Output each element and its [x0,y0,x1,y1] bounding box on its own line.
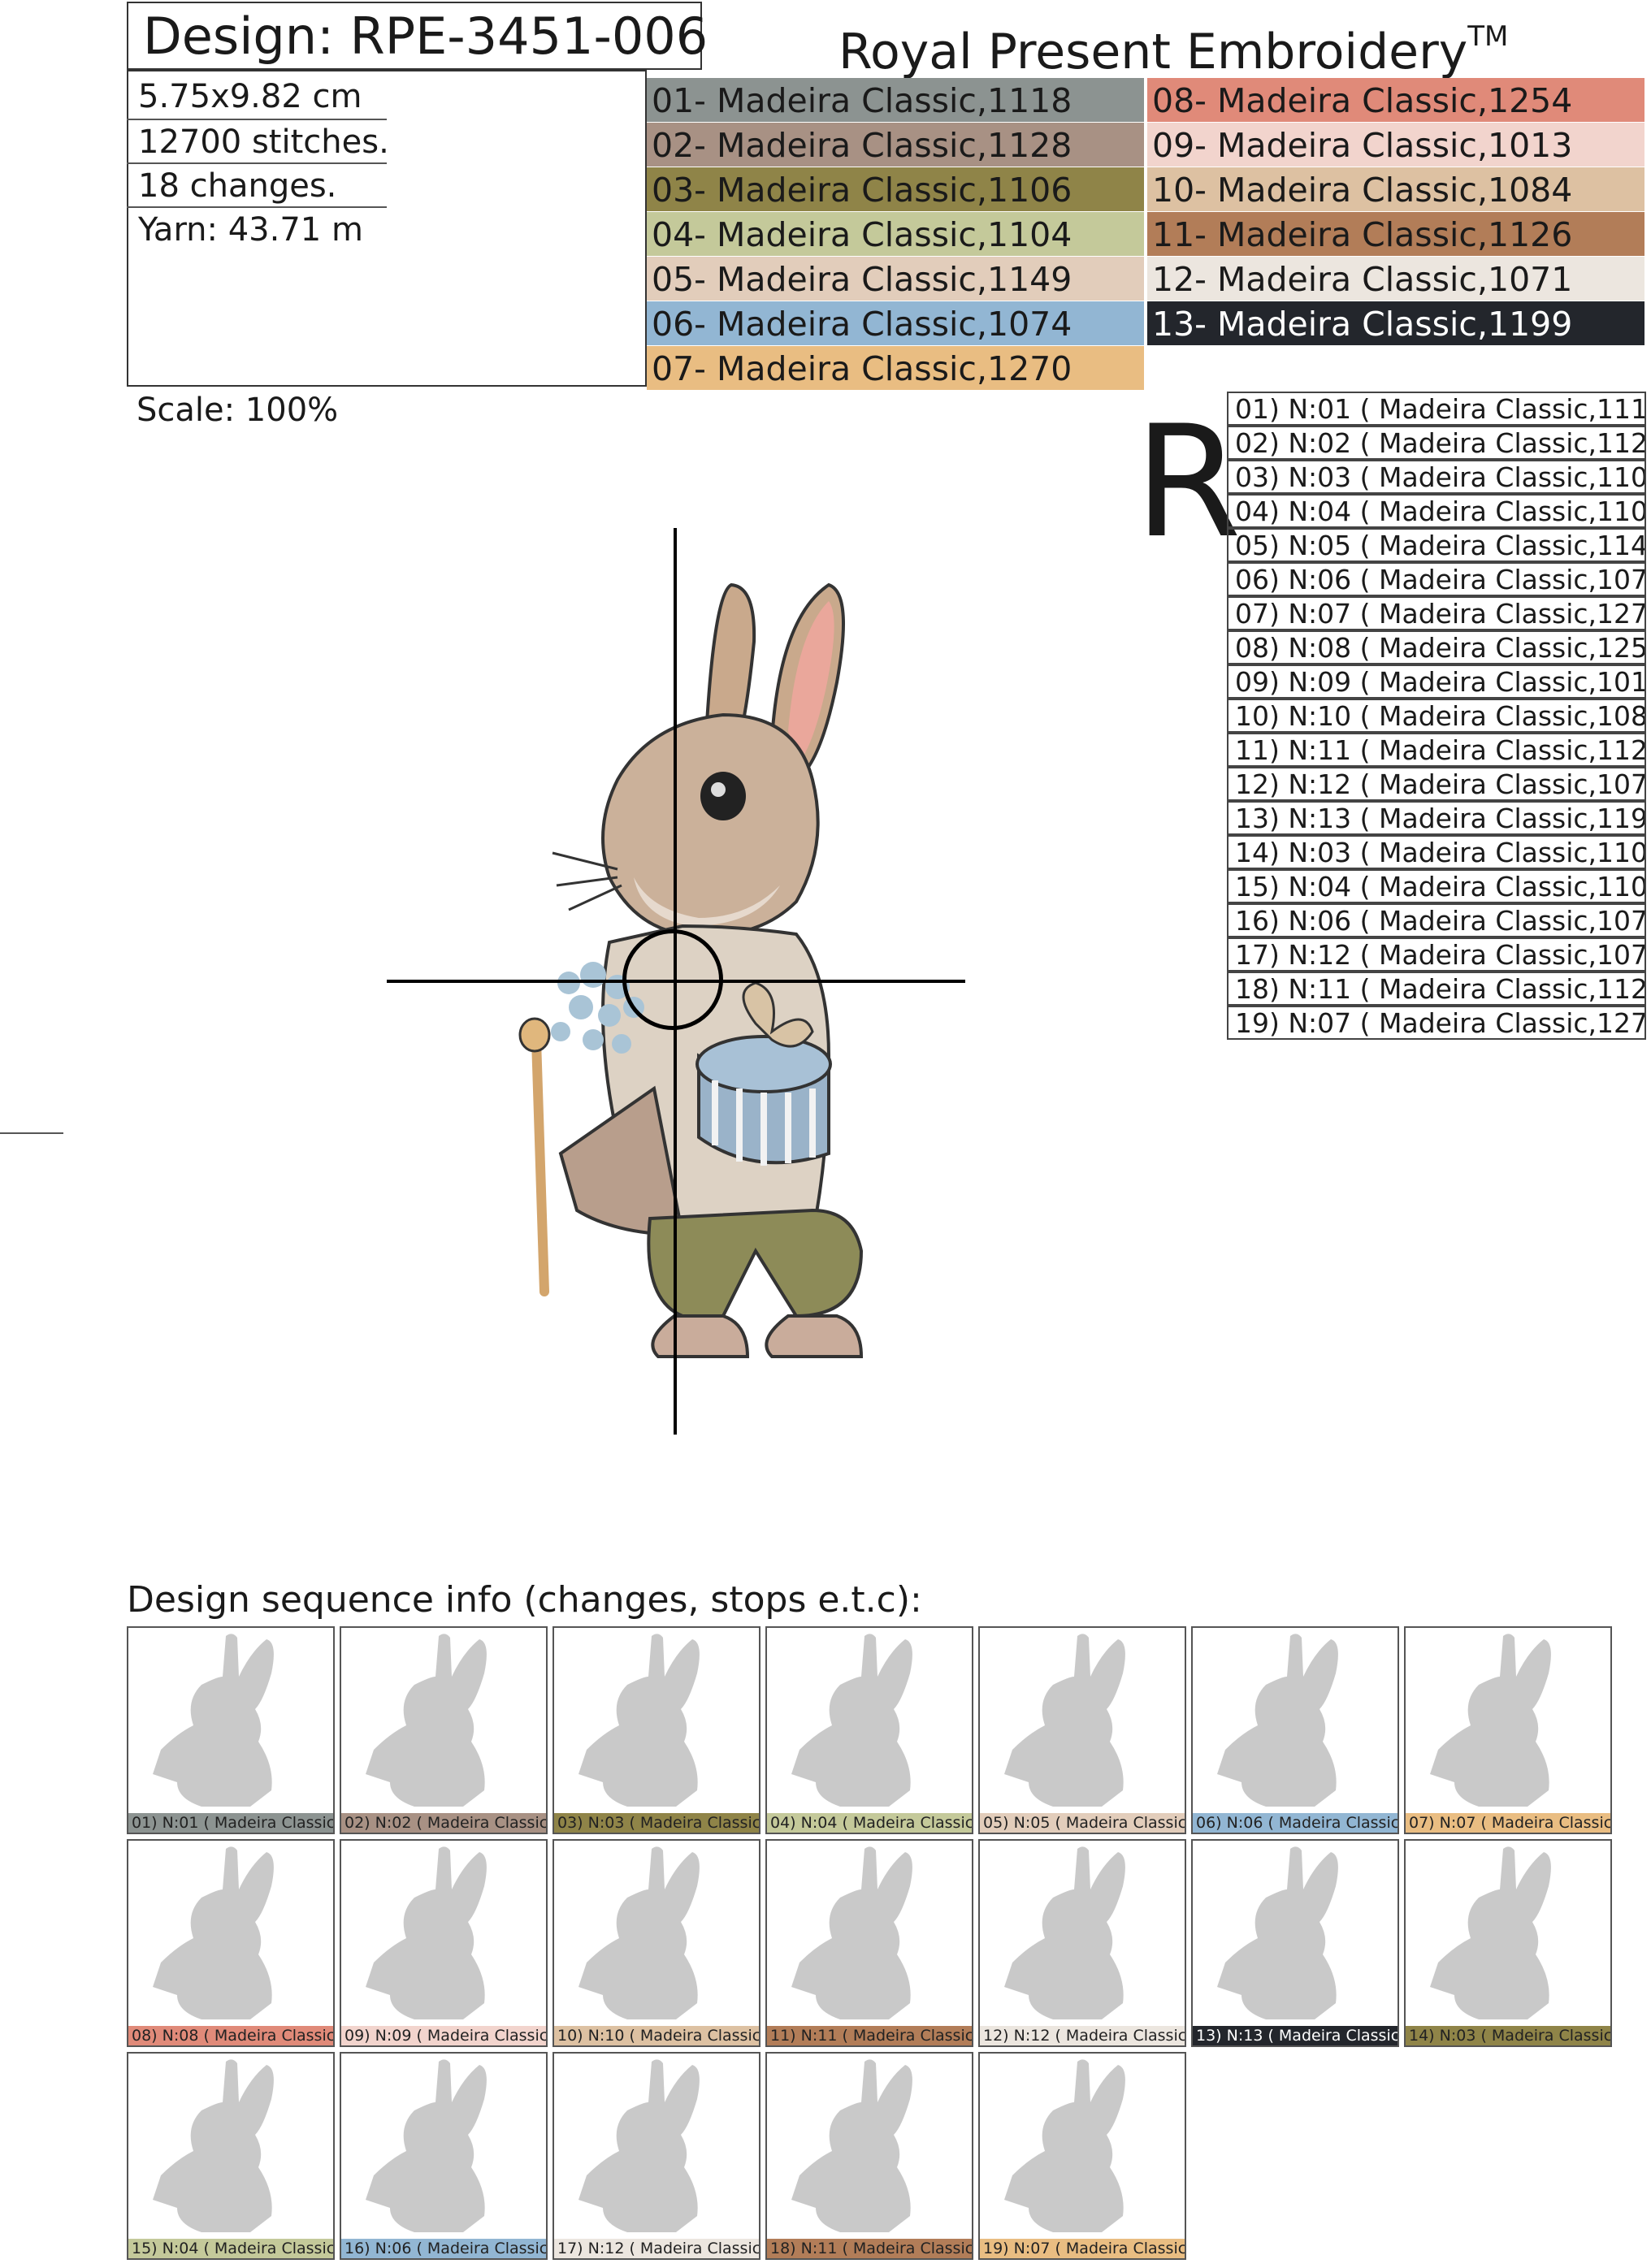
sequence-list-item: 06) N:06 ( Madeira Classic,1074) [1227,562,1646,596]
color-swatch: 11- Madeira Classic,1126 [1147,212,1644,256]
sequence-list-item: 07) N:07 ( Madeira Classic,1270) [1227,596,1646,630]
sequence-thumbnail: 13) N:13 ( Madeira Classic,1 [1191,1839,1399,2047]
color-swatch: 12- Madeira Classic,1071 [1147,257,1644,301]
trademark-mark: TM [1467,20,1509,53]
color-swatch: 01- Madeira Classic,1118 [647,78,1144,122]
sequence-thumbnail: 14) N:03 ( Madeira Classic, [1404,1839,1612,2047]
sequence-thumbnail: 15) N:04 ( Madeira Classic, [127,2052,335,2260]
color-swatch: 10- Madeira Classic,1084 [1147,167,1644,211]
color-swatch: 09- Madeira Classic,1013 [1147,123,1644,167]
sequence-thumbnail: 19) N:07 ( Madeira Classic, [978,2052,1186,2260]
sequence-thumbnail: 07) N:07 ( Madeira Classic [1404,1626,1612,1834]
color-swatch: 13- Madeira Classic,1199 [1147,301,1644,345]
sequence-list-item: 13) N:13 ( Madeira Classic,1199) [1227,801,1646,835]
sequence-list-item: 11) N:11 ( Madeira Classic,1126) [1227,733,1646,767]
sequence-thumbnail: 04) N:04 ( Madeira Classic [765,1626,973,1834]
sequence-list-item: 16) N:06 ( Madeira Classic,1074) [1227,903,1646,937]
color-swatch: 08- Madeira Classic,1254 [1147,78,1644,122]
brand-text: Royal Present Embroidery [838,24,1468,80]
brand-name: Royal Present EmbroideryTM [838,8,1508,80]
sequence-list-item: 03) N:03 ( Madeira Classic,1106) [1227,460,1646,494]
design-title: Design: RPE-3451-006 [143,6,708,66]
sequence-thumbnail: 18) N:11 ( Madeira Classic,1 [765,2052,973,2260]
thumbnail-caption: 10) N:10 ( Madeira Classic,1 [554,2026,759,2045]
thumbnail-caption: 17) N:12 ( Madeira Classic,1 [554,2239,759,2258]
sequence-list-item: 17) N:12 ( Madeira Classic,1071) [1227,937,1646,972]
thumbnail-caption: 19) N:07 ( Madeira Classic, [980,2239,1185,2258]
color-swatch: 03- Madeira Classic,1106 [647,167,1144,211]
thumbnail-caption: 14) N:03 ( Madeira Classic, [1406,2026,1610,2045]
sequence-thumbnail: 10) N:10 ( Madeira Classic,1 [552,1839,760,2047]
color-swatch: 05- Madeira Classic,1149 [647,257,1144,301]
color-swatch: 07- Madeira Classic,1270 [647,346,1144,390]
sequence-list-item: 05) N:05 ( Madeira Classic,1149) [1227,528,1646,562]
thumbnail-caption: 16) N:06 ( Madeira Classic, [341,2239,546,2258]
sequence-list-item: 02) N:02 ( Madeira Classic,1128) [1227,426,1646,460]
sequence-list-item: 14) N:03 ( Madeira Classic,1106) [1227,835,1646,869]
thumbnail-caption: 12) N:12 ( Madeira Classic,1 [980,2026,1185,2045]
thumbnail-caption: 06) N:06 ( Madeira Classic [1193,1813,1398,1833]
color-swatch: 04- Madeira Classic,1104 [647,212,1144,256]
sequence-list-item: 01) N:01 ( Madeira Classic,1118) [1227,392,1646,426]
sequence-list-item: 12) N:12 ( Madeira Classic,1071) [1227,767,1646,801]
color-swatch: 06- Madeira Classic,1074 [647,301,1144,345]
thumbnail-caption: 13) N:13 ( Madeira Classic,1 [1193,2026,1398,2045]
rotation-mark: R [1134,392,1242,572]
thumbnail-caption: 15) N:04 ( Madeira Classic, [128,2239,333,2258]
thumbnail-caption: 05) N:05 ( Madeira Classic [980,1813,1185,1833]
divider [127,119,387,120]
thumbnail-caption: 04) N:04 ( Madeira Classic [767,1813,972,1833]
edge-marker [0,1132,63,1134]
sequence-thumbnail: 03) N:03 ( Madeira Classic [552,1626,760,1834]
sequence-list-item: 19) N:07 ( Madeira Classic,1270) [1227,1006,1646,1040]
thumbnail-caption: 11) N:11 ( Madeira Classic,11 [767,2026,972,2045]
sequence-list-item: 10) N:10 ( Madeira Classic,1084) [1227,699,1646,733]
sequence-list-item: 04) N:04 ( Madeira Classic,1104) [1227,494,1646,528]
sequence-thumbnail: 08) N:08 ( Madeira Classic [127,1839,335,2047]
sequence-thumbnail: 11) N:11 ( Madeira Classic,11 [765,1839,973,2047]
sequence-thumbnail: 09) N:09 ( Madeira Classic [340,1839,548,2047]
sequence-thumbnail: 01) N:01 ( Madeira Classic,1 [127,1626,335,1834]
sequence-list-item: 09) N:09 ( Madeira Classic,1013) [1227,664,1646,699]
thumbnail-caption: 09) N:09 ( Madeira Classic [341,2026,546,2045]
sequence-thumbnail: 06) N:06 ( Madeira Classic [1191,1626,1399,1834]
sequence-list-item: 15) N:04 ( Madeira Classic,1104) [1227,869,1646,903]
sequence-title: Design sequence info (changes, stops e.t… [127,1579,922,1621]
yarn-text: Yarn: 43.71 m [138,211,363,249]
thumbnail-caption: 18) N:11 ( Madeira Classic,1 [767,2239,972,2258]
changes-text: 18 changes. [138,167,337,205]
sequence-thumbnail: 17) N:12 ( Madeira Classic,1 [552,2052,760,2260]
thumbnail-caption: 01) N:01 ( Madeira Classic,1 [128,1813,333,1833]
sequence-thumbnail: 16) N:06 ( Madeira Classic, [340,2052,548,2260]
thumbnail-caption: 08) N:08 ( Madeira Classic [128,2026,333,2045]
sequence-thumbnail: 05) N:05 ( Madeira Classic [978,1626,1186,1834]
thumbnail-caption: 02) N:02 ( Madeira Classic [341,1813,546,1833]
color-swatch: 02- Madeira Classic,1128 [647,123,1144,167]
center-crosshair-circle [622,929,723,1030]
sequence-list-item: 08) N:08 ( Madeira Classic,1254) [1227,630,1646,664]
size-text: 5.75x9.82 cm [138,78,362,115]
stitches-text: 12700 stitches. [138,123,389,161]
scale-label: Scale: 100% [136,392,339,429]
sequence-list-item: 18) N:11 ( Madeira Classic,1126) [1227,972,1646,1006]
thumbnail-caption: 03) N:03 ( Madeira Classic [554,1813,759,1833]
divider [127,206,387,208]
sequence-thumbnail: 12) N:12 ( Madeira Classic,1 [978,1839,1186,2047]
thumbnail-caption: 07) N:07 ( Madeira Classic [1406,1813,1610,1833]
divider [127,162,387,164]
sequence-thumbnail: 02) N:02 ( Madeira Classic [340,1626,548,1834]
